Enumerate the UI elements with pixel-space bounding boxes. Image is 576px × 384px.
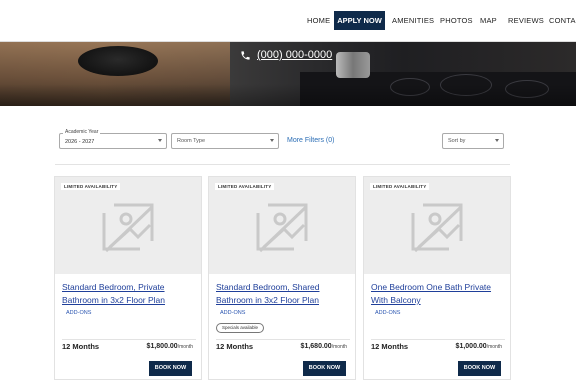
book-now-button[interactable]: BOOK NOW bbox=[149, 361, 192, 376]
nav-home[interactable]: HOME bbox=[307, 16, 330, 25]
more-filters-link[interactable]: More Filters (0) bbox=[287, 137, 334, 144]
nav-reviews[interactable]: REVIEWS bbox=[508, 16, 544, 25]
unit-image-placeholder: LIMITED AVAILABILITY bbox=[209, 177, 355, 274]
lease-term: 12 Months bbox=[62, 342, 100, 351]
academic-year-value: 2026 - 2027 bbox=[65, 139, 95, 145]
room-type-select[interactable]: Room Type bbox=[171, 133, 279, 149]
academic-year-select[interactable]: 2026 - 2027 bbox=[59, 133, 167, 149]
nav-apply-now-button[interactable]: APPLY NOW bbox=[334, 11, 385, 30]
book-now-button[interactable]: BOOK NOW bbox=[303, 361, 346, 376]
chevron-down-icon bbox=[158, 139, 162, 142]
specials-badge[interactable]: Specials available bbox=[216, 323, 265, 333]
lease-term: 12 Months bbox=[371, 342, 409, 351]
phone-number-link[interactable]: (000) 000-0000 bbox=[257, 49, 332, 61]
unit-title-link[interactable]: One Bedroom One Bath Private With Balcon… bbox=[371, 281, 507, 307]
unit-image-placeholder: LIMITED AVAILABILITY bbox=[55, 177, 201, 274]
unit-card: LIMITED AVAILABILITY Standard Bedroom, P… bbox=[54, 176, 202, 380]
academic-year-label: Academic Year bbox=[63, 129, 101, 135]
nav-amenities[interactable]: AMENITIES bbox=[392, 16, 434, 25]
unit-title-link[interactable]: Standard Bedroom, Private Bathroom in 3x… bbox=[62, 281, 198, 307]
sort-by-placeholder: Sort by bbox=[448, 138, 466, 144]
phone-icon bbox=[241, 50, 250, 60]
availability-badge: LIMITED AVAILABILITY bbox=[215, 183, 275, 190]
hero-pan bbox=[78, 46, 158, 76]
sort-by-select[interactable]: Sort by bbox=[442, 133, 504, 149]
lease-term: 12 Months bbox=[216, 342, 254, 351]
image-placeholder-icon bbox=[256, 203, 308, 253]
chevron-down-icon bbox=[270, 139, 274, 142]
divider bbox=[55, 164, 510, 165]
unit-title-link[interactable]: Standard Bedroom, Shared Bathroom in 3x2… bbox=[216, 281, 352, 307]
unit-price: $1,680.00/month bbox=[300, 343, 347, 350]
image-placeholder-icon bbox=[411, 203, 463, 253]
image-placeholder-icon bbox=[102, 203, 154, 253]
chevron-down-icon bbox=[495, 139, 499, 142]
availability-badge: LIMITED AVAILABILITY bbox=[370, 183, 430, 190]
nav-photos[interactable]: PHOTOS bbox=[440, 16, 473, 25]
nav-contact[interactable]: CONTAC bbox=[549, 16, 576, 25]
top-nav: HOME APPLY NOW AMENITIES PHOTOS MAP REVI… bbox=[0, 0, 576, 42]
hero-phone[interactable]: (000) 000-0000 bbox=[240, 48, 332, 62]
hero-pot bbox=[336, 52, 370, 78]
unit-card: LIMITED AVAILABILITY Standard Bedroom, S… bbox=[208, 176, 356, 380]
unit-price: $1,800.00/month bbox=[146, 343, 193, 350]
availability-badge: LIMITED AVAILABILITY bbox=[61, 183, 121, 190]
nav-map[interactable]: MAP bbox=[480, 16, 497, 25]
addons-link[interactable]: ADD-ONS bbox=[220, 310, 245, 316]
unit-price: $1,000.00/month bbox=[455, 343, 502, 350]
unit-card: LIMITED AVAILABILITY One Bedroom One Bat… bbox=[363, 176, 511, 380]
book-now-button[interactable]: BOOK NOW bbox=[458, 361, 501, 376]
unit-image-placeholder: LIMITED AVAILABILITY bbox=[364, 177, 510, 274]
addons-link[interactable]: ADD-ONS bbox=[375, 310, 400, 316]
room-type-placeholder: Room Type bbox=[177, 138, 206, 144]
addons-link[interactable]: ADD-ONS bbox=[66, 310, 91, 316]
